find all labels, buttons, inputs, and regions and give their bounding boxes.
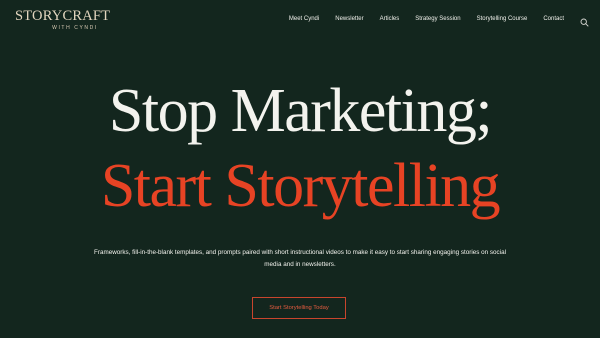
nav-item-storytelling-course[interactable]: Storytelling Course: [477, 16, 528, 22]
hero-headline-line-1: Stop Marketing;: [108, 77, 493, 145]
search-icon[interactable]: [580, 14, 589, 27]
logo-wordmark: STORYCRAFT: [15, 8, 111, 24]
hero-subtitle: Frameworks, fill-in-the-blank templates,…: [94, 249, 506, 269]
start-storytelling-button[interactable]: Start Storytelling Today: [252, 297, 346, 319]
main-navigation: Meet Cyndi Newsletter Articles Strategy …: [289, 14, 589, 27]
nav-item-newsletter[interactable]: Newsletter: [335, 16, 363, 22]
logo[interactable]: STORYCRAFT WITH CYNDI: [15, 8, 111, 32]
nav-item-contact[interactable]: Contact: [543, 16, 564, 22]
nav-item-articles[interactable]: Articles: [380, 16, 400, 22]
nav-item-meet-cyndi[interactable]: Meet Cyndi: [289, 16, 319, 22]
nav-item-strategy-session[interactable]: Strategy Session: [415, 16, 460, 22]
hero-headline-line-2: Start Storytelling: [100, 152, 501, 220]
logo-tagline: WITH CYNDI: [52, 25, 98, 31]
